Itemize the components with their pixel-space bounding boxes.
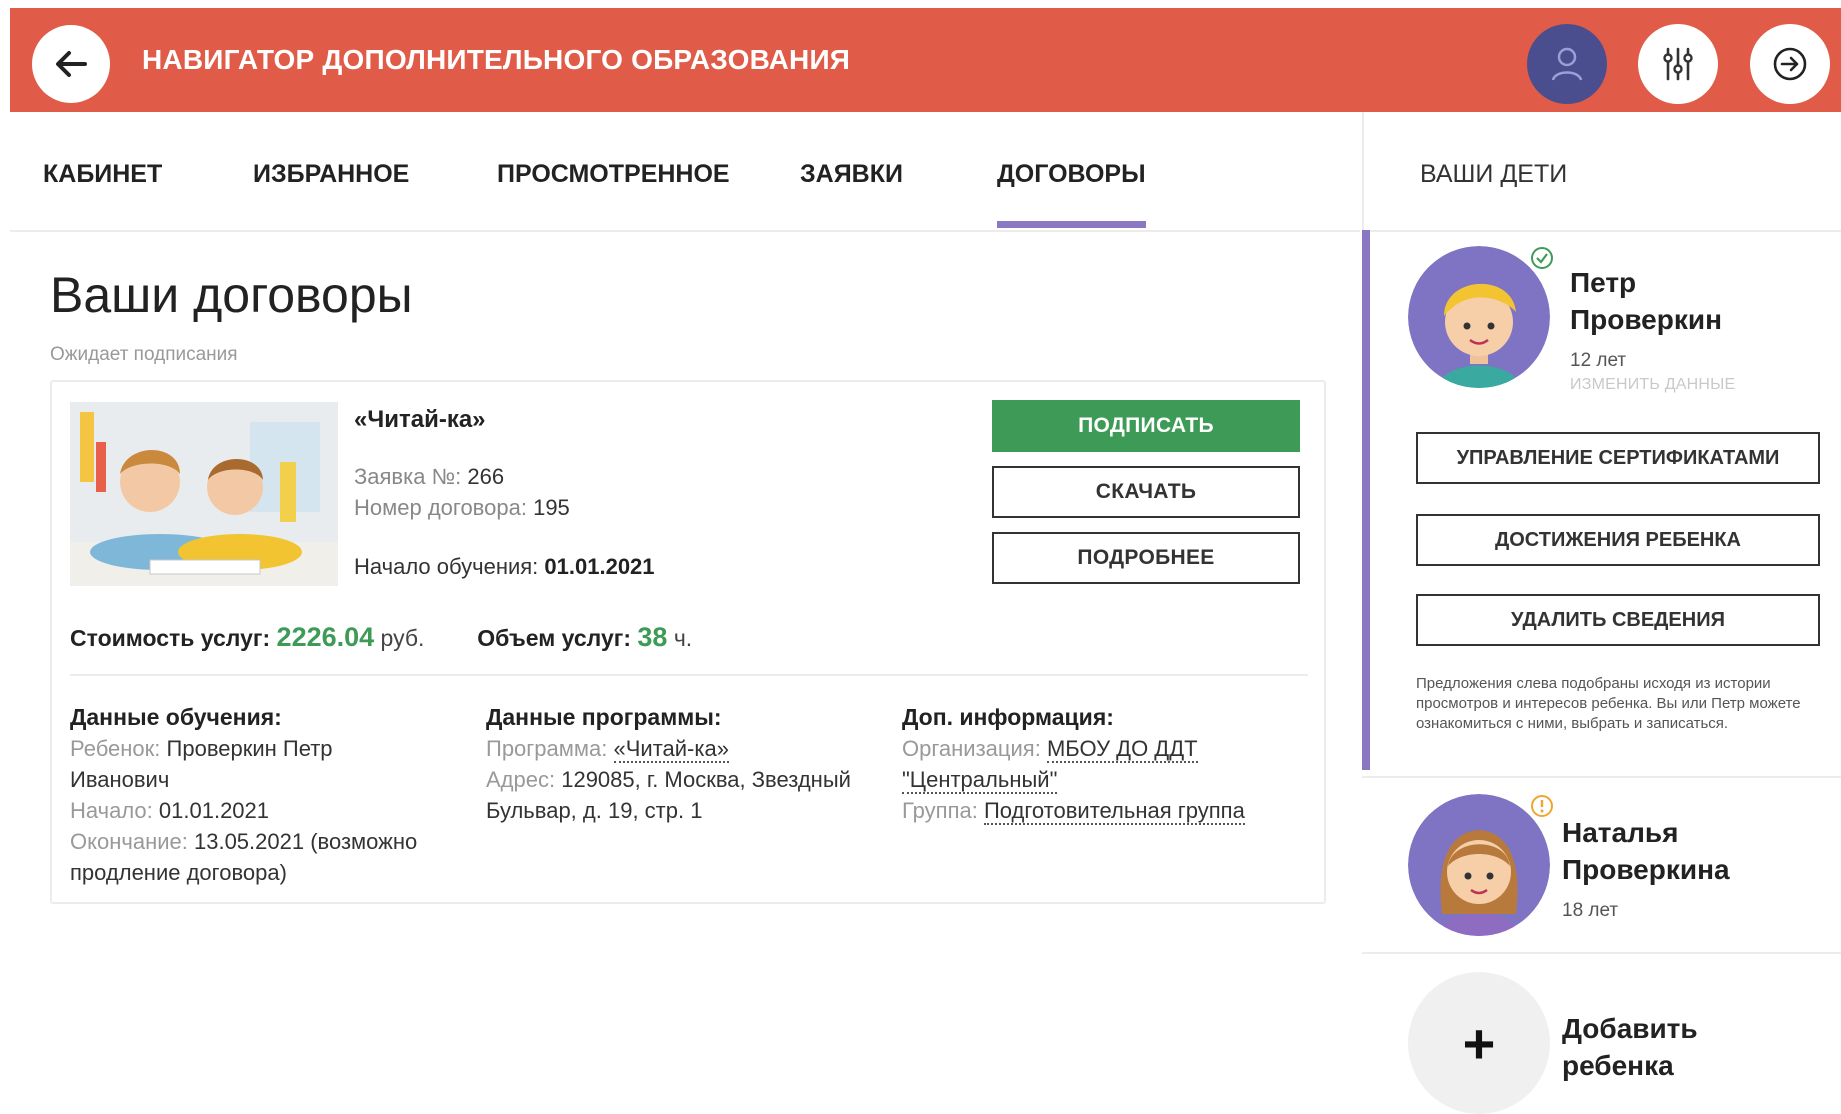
cost-row: Стоимость услуг: 2226.04 руб. Объем услу… — [70, 622, 693, 652]
children-panel-header: ВАШИ ДЕТИ — [1362, 112, 1841, 232]
tab-favorites[interactable]: ИЗБРАННОЕ — [253, 160, 409, 189]
card-divider — [70, 674, 1308, 676]
volume-value: 38 — [637, 622, 668, 652]
check-circle-icon — [1530, 246, 1554, 270]
arrow-left-icon — [56, 51, 87, 77]
back-button[interactable] — [32, 25, 110, 103]
delete-info-button[interactable]: УДАЛИТЬ СВЕДЕНИЯ — [1416, 594, 1820, 646]
sliders-icon — [1663, 47, 1693, 81]
user-icon — [1551, 47, 1583, 81]
child-name: Наталья Проверкина — [1562, 817, 1730, 885]
circle-arrow-right-icon — [1773, 47, 1807, 81]
application-number: Заявка №: 266 — [354, 464, 505, 489]
top-header: НАВИГАТОР ДОПОЛНИТЕЛЬНОГО ОБРАЗОВАНИЯ — [10, 8, 1841, 112]
profile-button[interactable] — [1527, 24, 1607, 104]
settings-button[interactable] — [1638, 24, 1718, 104]
exit-button[interactable] — [1750, 24, 1830, 104]
sidebar-divider — [1362, 776, 1841, 778]
tab-bar: КАБИНЕТ ИЗБРАННОЕ ПРОСМОТРЕННОЕ ЗАЯВКИ Д… — [10, 112, 1360, 232]
extra-details: Доп. информация: Организация: МБОУ ДО ДД… — [902, 704, 1245, 825]
exclamation-circle-icon — [1530, 794, 1554, 818]
program-link[interactable]: «Читай-ка» — [613, 736, 729, 763]
plus-icon: + — [1408, 972, 1550, 1114]
child-age: 12 лет — [1570, 350, 1627, 371]
tab-contracts[interactable]: ДОГОВОРЫ — [997, 160, 1146, 228]
contract-card: «Читай-ка» Заявка №: 266 Номер договора:… — [50, 380, 1326, 904]
child-achievements-button[interactable]: ДОСТИЖЕНИЯ РЕБЕНКА — [1416, 514, 1820, 566]
children-sidebar: Петр Проверкин 12 лет ИЗМЕНИТЬ ДАННЫЕ УП… — [1362, 230, 1841, 1114]
education-details: Данные обучения: Ребенок: Проверкин Петр… — [70, 704, 418, 885]
child-avatar — [1408, 246, 1550, 388]
tab-cabinet[interactable]: КАБИНЕТ — [43, 160, 162, 189]
tab-applications[interactable]: ЗАЯВКИ — [800, 160, 903, 189]
organization-link[interactable]: МБОУ ДО ДДТ — [1046, 736, 1198, 763]
child-avatar — [1408, 794, 1550, 936]
organization-link-continued[interactable]: "Центральный" — [902, 767, 1058, 794]
sign-button[interactable]: ПОДПИСАТЬ — [992, 400, 1300, 452]
add-child-label: Добавить ребенка — [1562, 1013, 1698, 1081]
recommendation-hint: Предложения слева подобраны исходя из ис… — [1416, 675, 1801, 732]
start-date: Начало обучения: 01.01.2021 — [354, 554, 655, 579]
cost-value: 2226.04 — [276, 622, 375, 652]
program-details: Данные программы: Программа: «Читай-ка» … — [486, 704, 851, 823]
details-button[interactable]: ПОДРОБНЕЕ — [992, 532, 1300, 584]
children-reading-illustration — [70, 402, 338, 586]
sidebar-divider — [1362, 952, 1841, 954]
child-card-active[interactable]: Петр Проверкин 12 лет ИЗМЕНИТЬ ДАННЫЕ УП… — [1362, 230, 1841, 770]
app-frame: НАВИГАТОР ДОПОЛНИТЕЛЬНОГО ОБРАЗОВАНИЯ КА… — [10, 8, 1841, 1114]
child-name: Петр Проверкин — [1570, 267, 1722, 335]
program-image — [70, 402, 338, 586]
tab-viewed[interactable]: ПРОСМОТРЕННОЕ — [497, 160, 730, 189]
child-age: 18 лет — [1562, 900, 1619, 921]
contract-title: «Читай-ка» — [354, 406, 486, 433]
edit-child-link[interactable]: ИЗМЕНИТЬ ДАННЫЕ — [1570, 376, 1735, 394]
children-panel-title: ВАШИ ДЕТИ — [1420, 160, 1568, 188]
contract-number: Номер договора: 195 — [354, 495, 570, 520]
page-title: Ваши договоры — [50, 267, 413, 323]
status-label: Ожидает подписания — [50, 344, 238, 365]
download-button[interactable]: СКАЧАТЬ — [992, 466, 1300, 518]
group-link[interactable]: Подготовительная группа — [983, 798, 1245, 825]
app-title: НАВИГАТОР ДОПОЛНИТЕЛЬНОГО ОБРАЗОВАНИЯ — [142, 44, 851, 75]
manage-certificates-button[interactable]: УПРАВЛЕНИЕ СЕРТИФИКАТАМИ — [1416, 432, 1820, 484]
